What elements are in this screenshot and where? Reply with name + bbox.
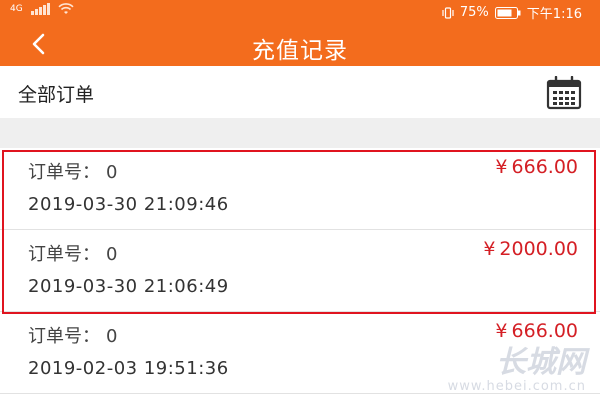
order-number-label: 订单号： [28,326,100,347]
order-number-label: 订单号： [28,162,100,183]
wifi-icon [58,3,74,14]
order-number-row: 订单号： 0 [28,240,117,266]
network-type: 4G [10,4,23,14]
clock: 下午1:16 [526,7,582,22]
recharge-time: 2019-03-30 21:09:46 [28,194,229,215]
vibrate-icon [442,6,454,19]
recharge-record-item[interactable]: 订单号： 0 ¥2000.00 2019-03-30 21:06:49 [0,230,600,312]
order-number-value: 0 [106,326,118,347]
calendar-icon [546,75,582,110]
order-number-value: 0 [106,244,118,265]
recharge-record-item[interactable]: 订单号： 0 ¥666.00 2019-03-30 21:09:46 [0,148,600,230]
recharge-time: 2019-02-03 19:51:36 [28,358,229,379]
battery-percent: 75% [459,5,489,20]
recharge-amount: ¥666.00 [495,320,578,342]
recharge-amount: ¥666.00 [495,156,578,178]
battery-icon [494,6,521,19]
order-number-label: 订单号： [28,244,100,265]
recharge-records-screen: 4G 75% 下午1:16 充值记录 全部订单 订单号： 0 ¥ 666.00 … [0,0,600,400]
recharge-amount: ¥2000.00 [483,238,578,260]
currency-symbol: ¥ [495,156,508,178]
nav-bar: 充值记录 [0,22,600,66]
recharge-record-item[interactable]: 订单号： 0 ¥666.00 2019-02-03 19:51:36 [0,312,600,394]
order-number-row: 订单号： 0 [28,322,117,348]
recharge-time: 2019-03-30 21:06:49 [28,276,229,297]
order-number-value: 0 [106,162,118,183]
calendar-button[interactable] [546,75,582,110]
all-orders-filter[interactable]: 全部订单 [18,80,94,107]
order-filter-row: 全部订单 [0,66,600,118]
currency-symbol: ¥ [483,238,496,260]
amount-value: 2000.00 [499,238,578,260]
recharge-record-list: 订单号： 0 ¥666.00 2019-03-30 21:09:46 订单号： 0 … [0,148,600,394]
page-title: 充值记录 [252,38,348,64]
order-number-row: 订单号： 0 [28,158,117,184]
amount-value: 666.00 [511,156,578,178]
status-left: 4G [10,3,74,15]
section-spacer [0,118,600,148]
signal-icon [30,3,50,15]
status-right: 75% 下午1:16 [442,3,582,22]
currency-symbol: ¥ [495,320,508,342]
amount-value: 666.00 [511,320,578,342]
status-bar: 4G 75% 下午1:16 [0,0,600,22]
